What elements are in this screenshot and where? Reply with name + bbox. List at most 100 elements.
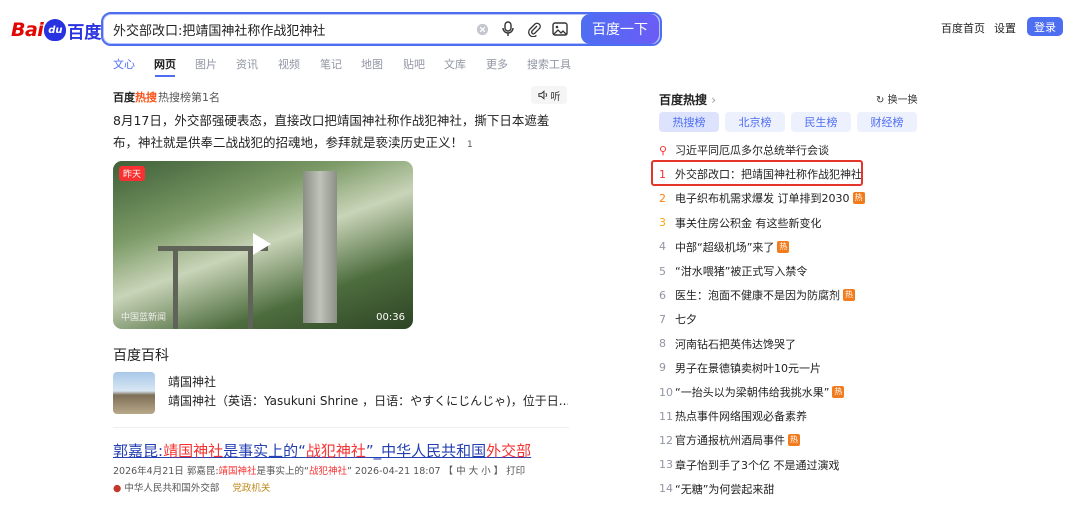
tab-web[interactable]: 网页 (154, 56, 176, 72)
tab-notes[interactable]: 笔记 (320, 56, 342, 72)
hot-list-item[interactable]: 13 章子怡到手了3个亿 不是通过演戏 (659, 457, 840, 473)
hot-list-item[interactable]: 14 “无糖”为何尝起来甜 (659, 481, 774, 497)
hot-list-item[interactable]: 6 医生：泡面不健康不是因为防腐剂热 (659, 287, 855, 303)
hot-item-text[interactable]: “无糖”为何尝起来甜 (675, 481, 774, 497)
chip-hot[interactable]: 热搜榜 (659, 112, 719, 132)
hot-badge: 热 (788, 434, 800, 447)
hot-list-item[interactable]: 10 “一抬头以为梁朝伟给我挑水果” 热 (659, 384, 845, 400)
hot-list-item[interactable]: 2 电子织布机需求爆发 订单排到2030 热 (659, 190, 865, 206)
image-search-icon[interactable] (551, 20, 569, 38)
hot-rank-number: 13 (659, 458, 673, 472)
baidu-logo[interactable]: Bai du 百度 (11, 16, 101, 44)
hot-item-text[interactable]: 电子织布机需求爆发 订单排到2030 (675, 190, 850, 206)
video-duration: 00:36 (376, 312, 405, 323)
tab-more[interactable]: 更多 (486, 56, 508, 72)
hot-list-item[interactable]: 9 男子在景德镇卖树叶10元一片 (659, 360, 821, 376)
tab-video[interactable]: 视频 (278, 56, 300, 72)
speaker-icon (537, 90, 547, 100)
hot-item-text[interactable]: 热点事件网络围观必备素养 (675, 408, 807, 424)
listen-button[interactable]: 听 (531, 86, 567, 104)
refresh-button[interactable]: ↻ 换一换 (876, 91, 918, 106)
clear-icon[interactable] (473, 20, 491, 38)
hot-list-item[interactable]: 3 事关住房公积金 有这些新变化 (659, 215, 822, 231)
chip-livelihood[interactable]: 民生榜 (791, 112, 851, 132)
hot-item-text[interactable]: “泔水喂猪”被正式写入禁令 (675, 263, 807, 279)
hot-list-item[interactable]: 7 七夕 (659, 311, 697, 327)
hot-list-item[interactable]: 4 中部“超级机场”来了热 (659, 239, 790, 255)
hot-list-item[interactable]: 8 河南钻石把英伟达馋哭了 (659, 336, 796, 352)
hot-rank-number: 11 (659, 409, 673, 423)
hot-rank-label: 热搜榜第1名 (158, 91, 220, 104)
hot-item-text[interactable]: 医生：泡面不健康不是因为防腐剂 (675, 287, 840, 303)
login-button[interactable]: 登录 (1027, 17, 1063, 36)
play-icon[interactable] (253, 233, 271, 255)
hot-rank-number: 14 (659, 482, 673, 496)
video-thumbnail[interactable]: 昨天 中国蓝新闻 00:36 (113, 161, 413, 329)
hot-rank-number: 7 (659, 312, 666, 326)
tab-wenxin[interactable]: 文心 (113, 56, 135, 72)
hot-list-item[interactable]: 11 热点事件网络围观必备素养 (659, 408, 807, 424)
search-input[interactable]: 外交部改口:把靖国神社称作战犯神社 (113, 20, 325, 39)
hot-item-text[interactable]: 事关住房公积金 有这些新变化 (675, 215, 822, 231)
hot-badge: 热 (852, 192, 865, 205)
search-button[interactable]: 百度一下 (581, 14, 659, 44)
result-source: ● 中华人民共和国外交部 党政机关 (113, 480, 270, 494)
hot-rank-number: 6 (659, 288, 666, 302)
hot-rank-number: 4 (659, 240, 666, 254)
hot-item-text[interactable]: 习近平同厄瓜多尔总统举行会谈 (675, 142, 829, 158)
divider (113, 427, 569, 428)
paw-icon: du (44, 19, 67, 41)
video-date-tag: 昨天 (119, 166, 146, 181)
hot-list-item[interactable]: ⚲ 习近平同厄瓜多尔总统举行会谈 (659, 142, 829, 158)
hot-badge: 热 (777, 240, 790, 253)
baike-entry-name[interactable]: 靖国神社 (168, 373, 216, 390)
search-box[interactable]: 外交部改口:把靖国神社称作战犯神社 (101, 12, 662, 46)
tab-images[interactable]: 图片 (195, 56, 217, 72)
video-source: 中国蓝新闻 (121, 313, 167, 323)
hot-rank-number: 12 (659, 433, 673, 447)
hot-rank-number: 9 (659, 361, 666, 375)
gov-badge: 党政机关 (232, 483, 271, 494)
chip-beijing[interactable]: 北京榜 (725, 112, 785, 132)
emblem-icon: ● (113, 483, 122, 494)
tab-tieba[interactable]: 贴吧 (403, 56, 425, 72)
hot-list-item[interactable]: 12 官方通报杭州酒局事件热 (659, 432, 800, 448)
baike-thumbnail[interactable] (113, 372, 155, 414)
active-tab-indicator (155, 75, 175, 77)
result-title-link[interactable]: 郭嘉昆:靖国神社是事实上的“战犯神社”_中华人民共和国外交部 (113, 440, 531, 461)
result-meta: 2026年4月21日 郭嘉昆:靖国神社是事实上的“战犯神社” 2026-04-2… (113, 466, 526, 477)
highlight-box (651, 160, 863, 186)
chip-finance[interactable]: 财经榜 (857, 112, 917, 132)
tab-map[interactable]: 地图 (361, 56, 383, 72)
hot-item-text[interactable]: 河南钻石把英伟达馋哭了 (675, 336, 796, 352)
tab-search-tools[interactable]: 搜索工具 (527, 56, 571, 72)
hot-rank-number: 2 (659, 191, 666, 205)
hot-rank-number: 5 (659, 264, 666, 278)
hot-badge: 热 (832, 386, 845, 398)
hot-rank-number: 3 (659, 216, 666, 230)
hot-item-text[interactable]: 官方通报杭州酒局事件 (675, 432, 785, 448)
attachment-icon[interactable] (525, 20, 543, 38)
hot-rank-number: 8 (659, 337, 666, 351)
tab-wenku[interactable]: 文库 (444, 56, 466, 72)
result-source-name[interactable]: 中华人民共和国外交部 (124, 483, 219, 494)
stone-pillar (303, 171, 337, 323)
home-link[interactable]: 百度首页 (941, 20, 985, 36)
reference-marker[interactable]: 1 (467, 134, 473, 156)
hot-item-text[interactable]: 七夕 (675, 311, 697, 327)
settings-link[interactable]: 设置 (994, 20, 1016, 36)
refresh-icon: ↻ (876, 95, 885, 106)
tab-news[interactable]: 资讯 (236, 56, 258, 72)
chevron-right-icon: › (711, 93, 717, 107)
baike-section-title[interactable]: 百度百科 (113, 345, 169, 365)
baike-entry-desc: 靖国神社（英语：Yasukuni Shrine ，日语：やすくにじんじゃ)，位于… (168, 394, 568, 408)
logo-cn: 百度 (67, 22, 102, 43)
hot-item-text[interactable]: “一抬头以为梁朝伟给我挑水果” (675, 384, 829, 400)
microphone-icon[interactable] (499, 20, 517, 38)
hot-list-title[interactable]: 百度热搜 › (659, 91, 716, 108)
hot-rank-number: 10 (659, 385, 673, 399)
hot-item-text[interactable]: 男子在景德镇卖树叶10元一片 (675, 360, 821, 376)
hot-list-item[interactable]: 5 “泔水喂猪”被正式写入禁令 (659, 263, 807, 279)
hot-item-text[interactable]: 章子怡到手了3个亿 不是通过演戏 (675, 457, 840, 473)
hot-item-text[interactable]: 中部“超级机场”来了 (675, 239, 774, 255)
